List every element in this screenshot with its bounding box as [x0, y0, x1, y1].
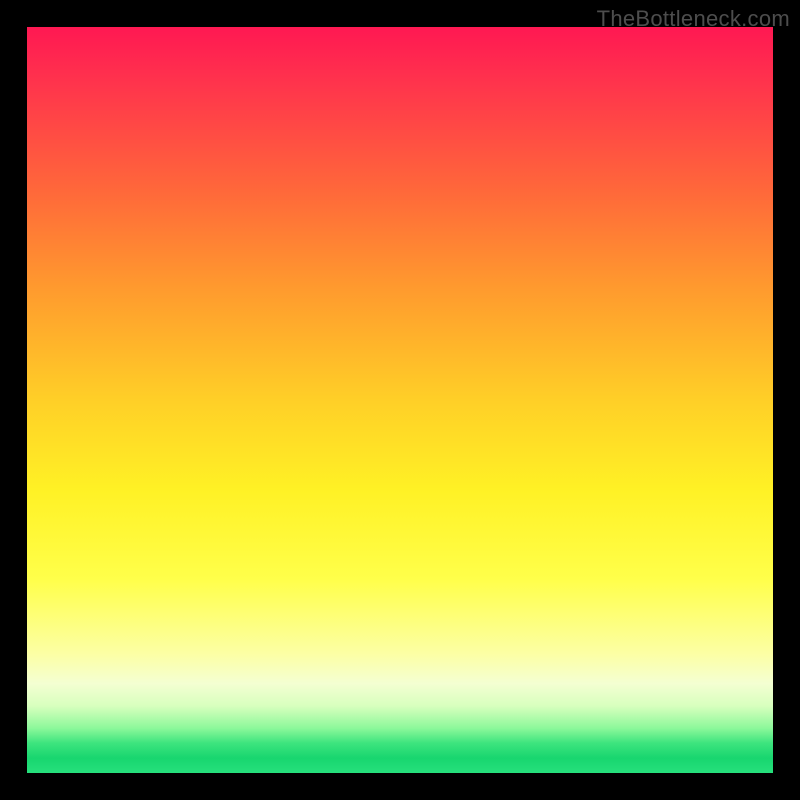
watermark-text: TheBottleneck.com [597, 6, 790, 32]
chart-frame: TheBottleneck.com [0, 0, 800, 800]
plot-area [27, 27, 773, 773]
heat-gradient [27, 27, 773, 773]
